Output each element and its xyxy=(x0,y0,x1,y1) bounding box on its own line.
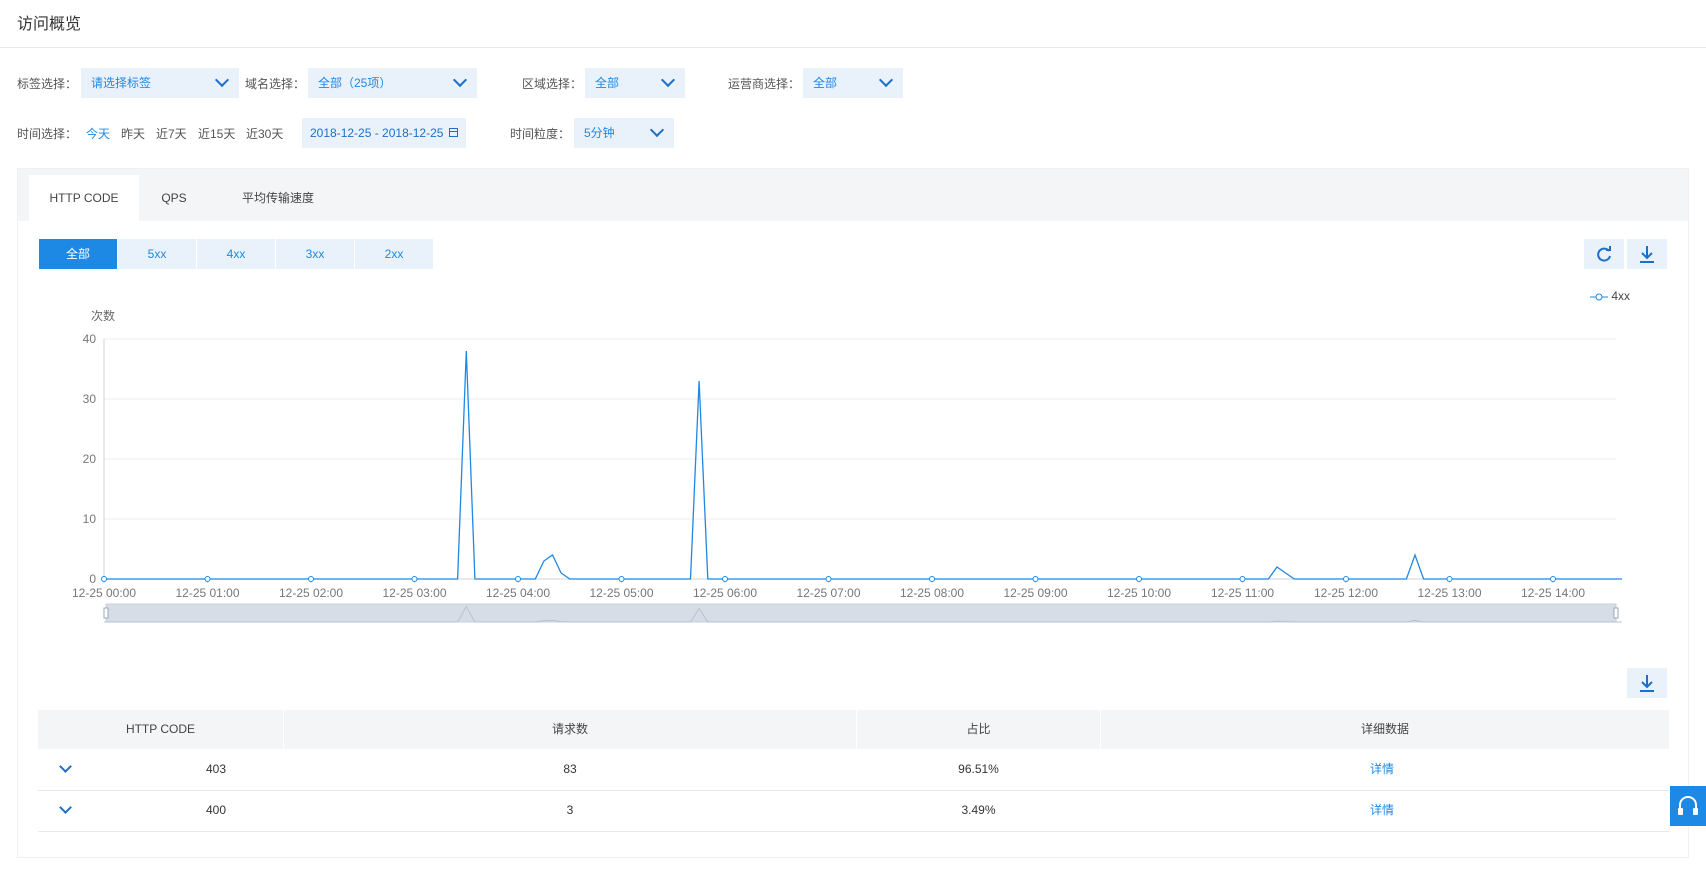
th-requests: 请求数 xyxy=(551,722,588,736)
download-table-button[interactable] xyxy=(1627,668,1667,698)
data-point xyxy=(1343,576,1349,582)
x-tick-label: 12-25 02:00 xyxy=(279,586,343,600)
y-tick-label: 0 xyxy=(89,572,96,586)
x-tick-label: 12-25 09:00 xyxy=(1003,586,1067,600)
data-point xyxy=(101,576,107,582)
cell-ratio: 3.49% xyxy=(961,803,996,817)
y-tick-label: 40 xyxy=(83,332,97,346)
download-icon xyxy=(1640,675,1654,692)
zoom-handle-right[interactable] xyxy=(1613,607,1619,619)
data-point xyxy=(1550,576,1556,582)
zoom-slider-track xyxy=(105,603,1617,623)
y-tick-label: 30 xyxy=(83,392,97,406)
expand-row-icon[interactable] xyxy=(59,801,72,814)
headset-icon xyxy=(1678,796,1698,815)
th-detail: 详细数据 xyxy=(1360,722,1409,736)
x-tick-label: 12-25 08:00 xyxy=(900,586,964,600)
line-chart: 次数 0 10 20 30 40 12-25 00:00 12-25 01:00 12-25 0… xyxy=(72,308,1622,623)
data-point xyxy=(308,576,314,582)
data-point xyxy=(411,576,418,582)
data-point xyxy=(1446,576,1453,582)
detail-link[interactable]: 详情 xyxy=(1101,749,1663,790)
th-ratio: 占比 xyxy=(966,722,991,736)
data-point xyxy=(1136,576,1142,582)
cell-ratio: 96.51% xyxy=(958,762,999,776)
data-point xyxy=(515,576,521,582)
data-point xyxy=(825,576,832,582)
table-header: HTTP CODE 请求数 占比 详细数据 xyxy=(38,710,1669,749)
table-row: 403 83 96.51% 详情 xyxy=(38,749,1669,791)
series-line-4xx xyxy=(104,350,1622,580)
x-tick-label: 12-25 04:00 xyxy=(486,586,550,600)
cell-requests: 83 xyxy=(563,762,577,776)
data-point xyxy=(929,576,935,582)
cell-requests: 3 xyxy=(566,803,574,817)
x-tick-label: 12-25 01:00 xyxy=(175,586,239,600)
zoom-handle-left[interactable] xyxy=(103,607,109,619)
data-point xyxy=(1239,576,1246,582)
y-axis-label: 次数 xyxy=(91,308,115,323)
x-tick-label: 12-25 05:00 xyxy=(589,586,653,600)
x-tick-label: 12-25 03:00 xyxy=(382,586,446,600)
data-point xyxy=(204,576,211,582)
y-tick-label: 10 xyxy=(83,512,97,526)
table-row: 400 3 3.49% 详情 xyxy=(38,790,1669,832)
x-tick-label: 12-25 11:00 xyxy=(1211,586,1274,600)
x-tick-label: 12-25 10:00 xyxy=(1107,586,1171,600)
y-tick-label: 20 xyxy=(83,452,97,466)
data-point xyxy=(1032,576,1039,582)
data-point xyxy=(722,576,728,582)
x-tick-label: 12-25 13:00 xyxy=(1417,586,1481,600)
x-tick-label: 12-25 14:00 xyxy=(1521,586,1585,600)
x-tick-label: 12-25 12:00 xyxy=(1314,586,1378,600)
x-tick-label: 12-25 00:00 xyxy=(72,586,136,600)
expand-row-icon[interactable] xyxy=(59,760,72,773)
x-tick-label: 12-25 06:00 xyxy=(693,586,757,600)
data-point xyxy=(618,576,625,582)
th-http-code: HTTP CODE xyxy=(125,722,196,736)
support-button[interactable] xyxy=(1670,786,1706,826)
detail-link[interactable]: 详情 xyxy=(1101,790,1663,831)
x-tick-label: 12-25 07:00 xyxy=(796,586,860,600)
